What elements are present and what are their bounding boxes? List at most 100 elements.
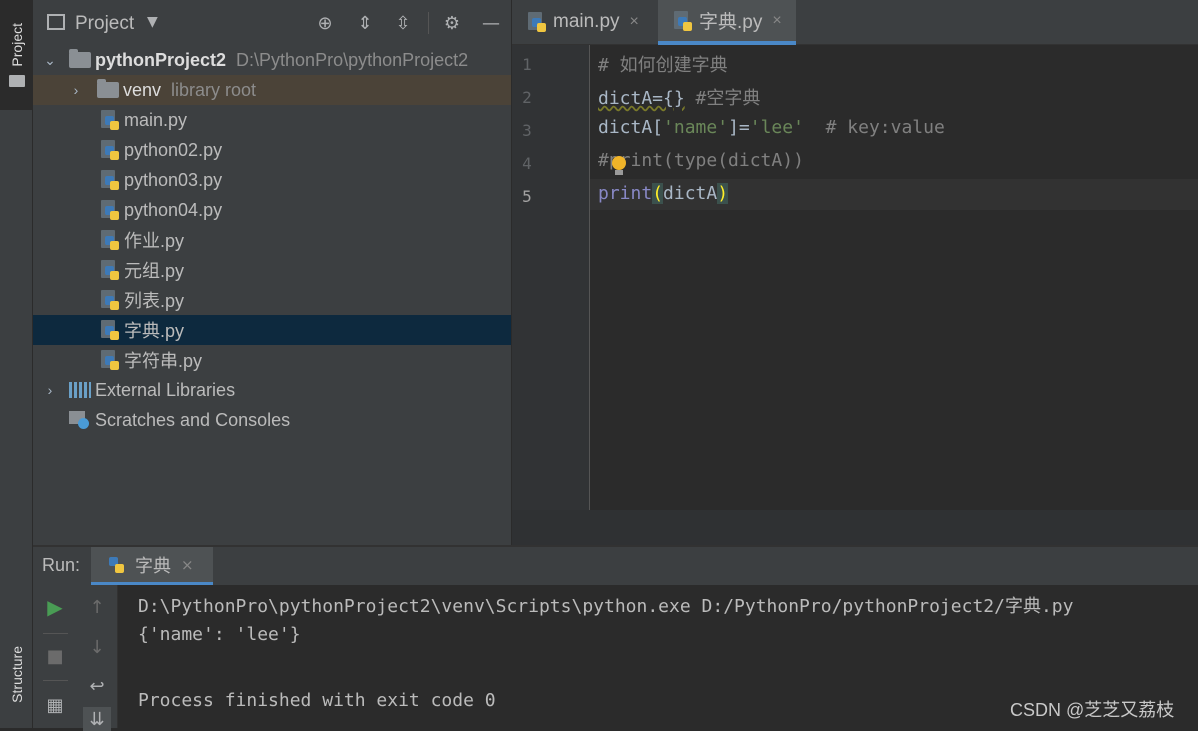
toolbar-divider xyxy=(43,633,68,634)
tree-item-label: main.py xyxy=(124,109,188,130)
chevron-right-icon[interactable]: › xyxy=(68,82,84,98)
tree-item-label: 作业.py xyxy=(124,231,185,251)
python-file-icon xyxy=(100,260,120,280)
close-icon[interactable]: × xyxy=(181,556,194,574)
tree-row-external-libraries[interactable]: › External Libraries xyxy=(33,375,511,405)
code-line-4[interactable]: #print(type(dictA)) xyxy=(598,150,804,171)
tree-row-file[interactable]: python02.py xyxy=(33,135,511,165)
stop-icon[interactable]: ■ xyxy=(43,644,67,668)
editor-breadcrumb-bar xyxy=(512,510,1198,545)
folder-icon xyxy=(8,74,25,87)
python-file-icon xyxy=(100,200,120,220)
folder-icon xyxy=(97,79,119,98)
lightbulb-icon[interactable] xyxy=(612,156,626,170)
python-file-icon xyxy=(673,10,693,31)
tree-item-path: D:\PythonPro\pythonProject2 xyxy=(236,49,469,70)
tree-item-label: 元组.py xyxy=(124,261,185,281)
chevron-down-icon[interactable]: ▼ xyxy=(147,14,158,30)
python-file-icon xyxy=(100,290,120,310)
tree-row-file-selected[interactable]: 字典.py xyxy=(33,315,511,345)
project-tool-tab[interactable]: Project xyxy=(0,0,33,110)
rerun-play-icon[interactable]: ▶ xyxy=(43,595,67,619)
line-number: 3 xyxy=(522,121,532,140)
tree-row-scratches[interactable]: Scratches and Consoles xyxy=(33,405,511,435)
console-output-line: Process finished with exit code 0 xyxy=(138,690,496,711)
line-number: 1 xyxy=(522,55,532,74)
libraries-icon xyxy=(69,382,91,398)
structure-tool-tab[interactable]: Structure xyxy=(0,620,33,728)
code-line-5[interactable]: print(dictA) xyxy=(598,183,729,204)
tree-row-file[interactable]: 作业.py xyxy=(33,225,511,255)
python-icon xyxy=(107,555,127,575)
tree-row-venv[interactable]: › venv library root xyxy=(33,75,511,105)
tree-row-file[interactable]: 列表.py xyxy=(33,285,511,315)
collapse-all-icon[interactable]: ⇳ xyxy=(391,11,415,35)
tree-row-project-root[interactable]: ⌄ pythonProject2 D:\PythonPro\pythonProj… xyxy=(33,45,511,75)
structure-tool-tab-label: Structure xyxy=(8,645,25,703)
tree-row-file[interactable]: 元组.py xyxy=(33,255,511,285)
tree-row-file[interactable]: main.py xyxy=(33,105,511,135)
python-file-icon xyxy=(100,140,120,160)
tree-row-file[interactable]: 字符串.py xyxy=(33,345,511,375)
code-line-1[interactable]: # 如何创建字典 xyxy=(598,51,728,77)
tree-item-note: library root xyxy=(171,79,257,100)
run-toolbar-right: ↑ ↓ ↩ ⇊ xyxy=(78,585,118,731)
line-number: 4 xyxy=(522,154,532,173)
code-paren: ) xyxy=(717,183,729,204)
code-comment: # xyxy=(598,150,609,171)
python-file-icon xyxy=(100,170,120,190)
tree-item-label: python04.py xyxy=(124,199,223,220)
tree-item-label: Scratches and Consoles xyxy=(95,409,291,430)
header-divider xyxy=(428,12,429,34)
toolbar-divider xyxy=(43,680,68,681)
tree-row-file[interactable]: python04.py xyxy=(33,195,511,225)
tab-label: main.py xyxy=(553,11,620,32)
gear-icon[interactable]: ⚙ xyxy=(440,11,464,35)
python-file-icon xyxy=(100,320,120,340)
line-number: 2 xyxy=(522,88,532,107)
scroll-to-end-icon[interactable]: ⇊ xyxy=(83,707,111,731)
soft-wrap-icon[interactable]: ↩ xyxy=(85,674,109,698)
tree-item-label: 字符串.py xyxy=(124,351,203,371)
arrow-up-icon[interactable]: ↑ xyxy=(85,595,109,619)
code-string: 'name' xyxy=(663,117,729,138)
code-line-3[interactable]: dictA['name']='lee' # key:value xyxy=(598,117,945,138)
close-icon[interactable]: × xyxy=(630,13,639,31)
project-tool-tab-label: Project xyxy=(8,23,25,67)
editor-gutter xyxy=(512,45,590,510)
watermark: CSDN @芝芝又荔枝 xyxy=(1010,700,1175,720)
console-output-line: D:\PythonPro\pythonProject2\venv\Scripts… xyxy=(138,596,1074,617)
tab-zidian-py[interactable]: 字典.py × xyxy=(658,0,796,45)
project-panel-header: Project ▼ ⊕ ⇕ ⇳ ⚙ — xyxy=(33,0,511,45)
run-panel-header: Run: 字典 × xyxy=(33,547,1198,585)
close-icon[interactable]: × xyxy=(772,12,781,30)
python-file-icon xyxy=(527,12,547,32)
chevron-right-icon[interactable]: › xyxy=(42,382,58,398)
chevron-down-icon[interactable]: ⌄ xyxy=(42,52,58,69)
tree-row-file[interactable]: python03.py xyxy=(33,165,511,195)
tab-main-py[interactable]: main.py × xyxy=(512,0,657,44)
code-operator: ]= xyxy=(728,117,750,138)
minimize-icon[interactable]: — xyxy=(479,11,503,35)
code-statement: dictA={} xyxy=(598,88,685,109)
locate-target-icon[interactable]: ⊕ xyxy=(313,11,337,35)
tree-item-label: venv xyxy=(123,79,162,100)
tree-item-label: 字典.py xyxy=(124,321,185,341)
tree-item-label: pythonProject2 xyxy=(95,49,227,70)
code-string: 'lee' xyxy=(749,117,804,138)
console-output-line: {'name': 'lee'} xyxy=(138,624,301,645)
expand-all-icon[interactable]: ⇕ xyxy=(353,11,377,35)
arrow-down-icon[interactable]: ↓ xyxy=(85,635,109,659)
python-file-icon xyxy=(100,350,120,370)
layout-icon[interactable]: ▦ xyxy=(43,693,67,717)
run-tab-label: 字典 xyxy=(135,555,171,577)
tree-item-label: External Libraries xyxy=(95,379,236,400)
run-tab[interactable]: 字典 × xyxy=(91,547,213,585)
line-number: 5 xyxy=(522,187,532,206)
left-tool-stripe: Project Structure xyxy=(0,0,33,728)
code-editor[interactable] xyxy=(512,45,1198,510)
python-file-icon xyxy=(100,230,120,250)
project-panel-title[interactable]: Project xyxy=(75,13,134,35)
run-toolbar-left: ▶ ■ ▦ xyxy=(33,585,78,728)
code-line-2[interactable]: dictA={} #空字典 xyxy=(598,84,760,110)
